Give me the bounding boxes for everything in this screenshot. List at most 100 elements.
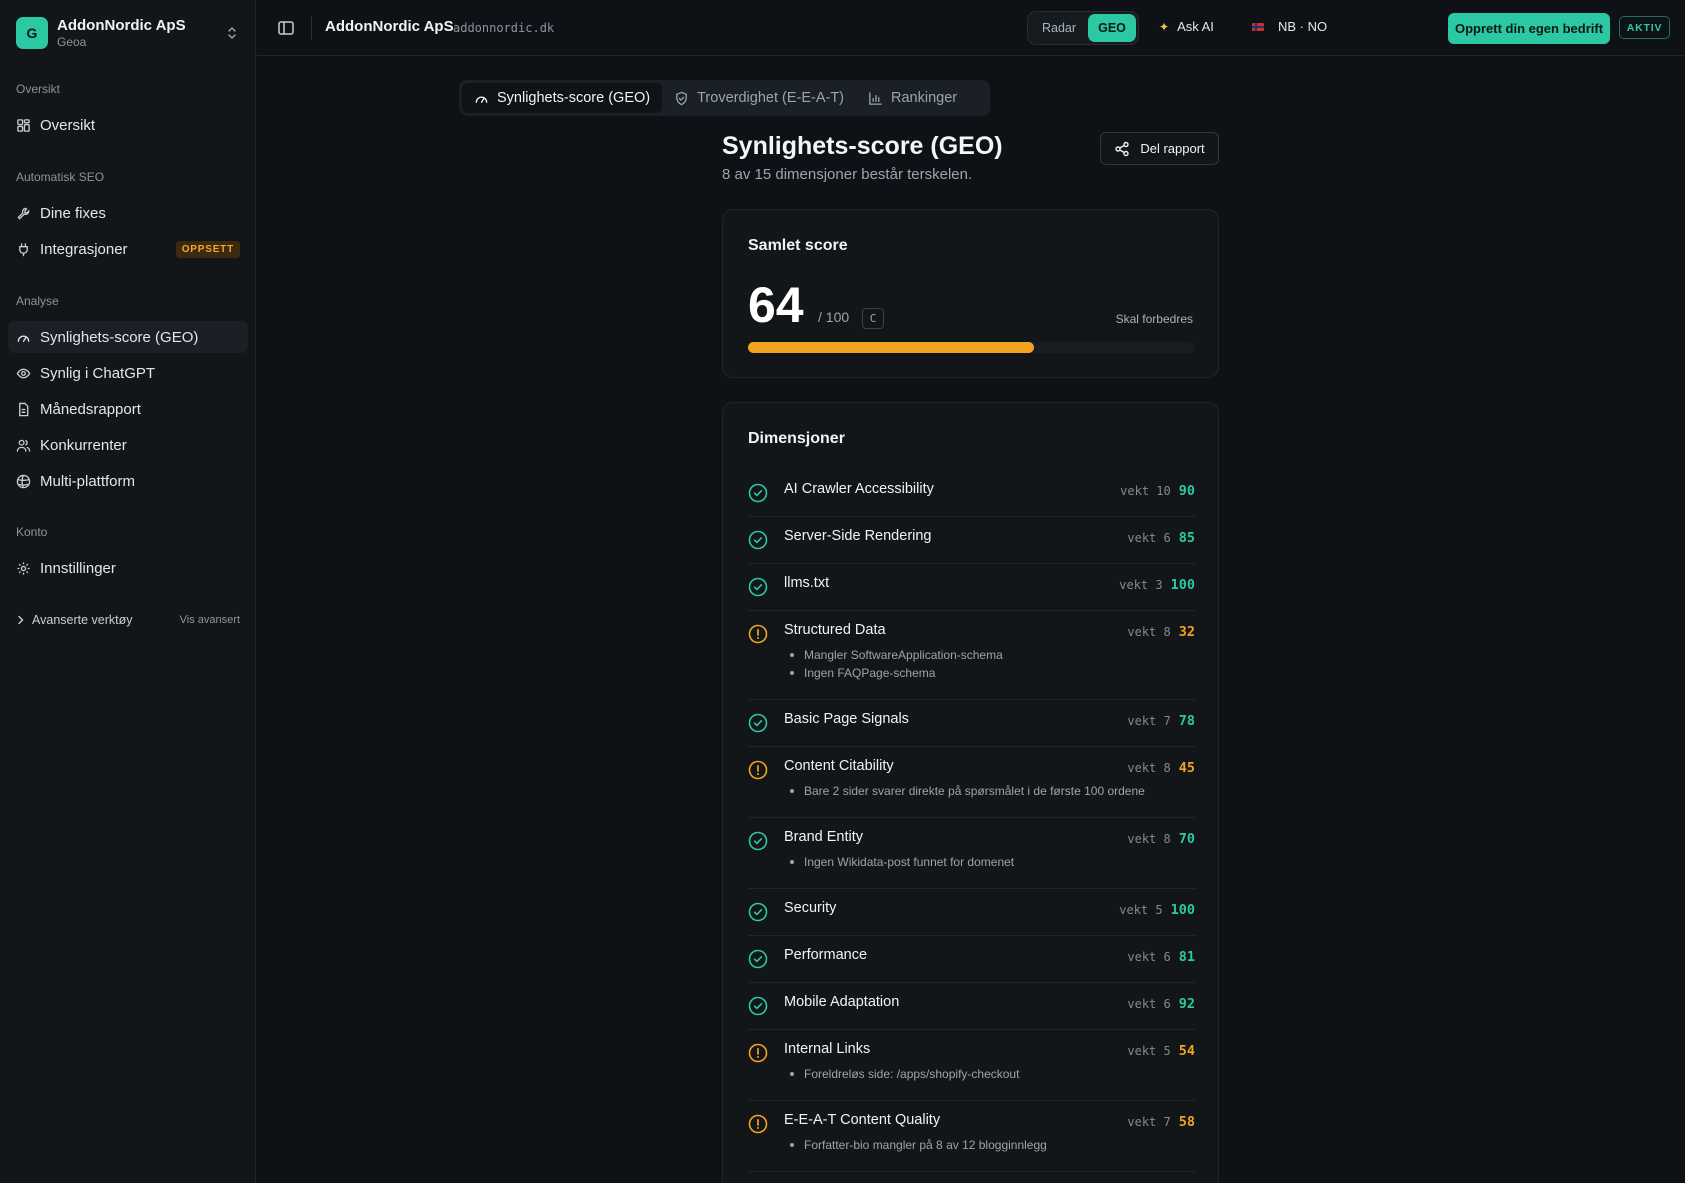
dimension-score: 92 [1178, 996, 1195, 1012]
sidebar-item-synlig-i-chatgpt[interactable]: Synlig i ChatGPT [8, 357, 248, 389]
dimension-notes: Ingen Wikidata-post funnet for domenet [789, 853, 1014, 871]
dimension-meta: vekt 8 70 [1127, 831, 1195, 847]
nav-heading: Konto [16, 525, 48, 539]
nav-heading: Analyse [16, 294, 59, 308]
norway-flag-icon [1252, 22, 1264, 31]
divider [311, 16, 312, 40]
sidebar-item-innstillinger[interactable]: Innstillinger [8, 552, 248, 584]
sidebar-item-label: Innstillinger [40, 559, 116, 577]
dimension-weight: vekt 5 [1127, 1044, 1171, 1058]
sidebar-item-multi-plattform[interactable]: Multi-plattform [8, 465, 248, 497]
sidebar-item-integrasjoner[interactable]: Integrasjoner OPPSETT [8, 233, 248, 265]
ask-ai-button[interactable]: ✦ Ask AI [1159, 19, 1214, 34]
tab-label: Rankinger [891, 90, 958, 106]
org-name: AddonNordic ApS [57, 16, 186, 34]
dimension-score: 70 [1178, 831, 1195, 847]
tab-troverdighet[interactable]: Troverdighet (E-E-A-T) [662, 83, 856, 113]
dimension-note: Bare 2 sider svarer direkte på spørsmåle… [790, 784, 1145, 798]
show-advanced-link[interactable]: Vis avansert [180, 614, 240, 626]
sidebar-item-label: Integrasjoner [40, 240, 128, 258]
dimension-name: Basic Page Signals [784, 711, 909, 727]
tab-synlighets-score[interactable]: Synlighets-score (GEO) [462, 83, 663, 113]
check-circle-icon [748, 902, 768, 922]
check-circle-icon [748, 577, 768, 597]
dimension-weight: vekt 8 [1127, 761, 1171, 775]
sidebar-item-label: Månedsrapport [40, 400, 141, 418]
sidebar-item-konkurrenter[interactable]: Konkurrenter [8, 429, 248, 461]
dimension-weight: vekt 6 [1127, 531, 1171, 545]
check-circle-icon [748, 831, 768, 851]
alert-circle-icon [748, 1043, 768, 1063]
site-name: AddonNordic ApS [325, 18, 454, 35]
dimension-meta: vekt 8 45 [1127, 760, 1195, 776]
org-logo: G [16, 17, 48, 49]
score-card-title: Samlet score [748, 237, 848, 254]
check-circle-icon [748, 530, 768, 550]
org-switcher[interactable]: G AddonNordic ApS Geoa [16, 16, 240, 50]
sidebar-item-label: Konkurrenter [40, 436, 127, 454]
create-business-button[interactable]: Opprett din egen bedrift [1448, 13, 1610, 44]
dimension-row: Brand Entity vekt 8 70 Ingen Wikidata-post … [748, 818, 1195, 889]
dimension-score: 78 [1178, 713, 1195, 729]
dimension-notes: Mangler SoftwareApplication-schema Ingen … [790, 646, 1003, 682]
sidebar-toggle-icon[interactable] [277, 19, 295, 37]
grid-icon [16, 117, 32, 133]
dimension-name: E-E-A-T Content Quality [784, 1112, 941, 1128]
dimension-score: 90 [1178, 483, 1195, 499]
dimension-weight: vekt 8 [1127, 832, 1171, 846]
dimension-score: 100 [1170, 902, 1195, 918]
dimension-notes: Bare 2 sider svarer direkte på spørsmåle… [790, 782, 1145, 800]
dimension-weight: vekt 3 [1119, 578, 1163, 592]
dimension-row: Platform Optimizationvekt 740 [748, 1172, 1195, 1183]
sidebar-item-label: Synlighets-score (GEO) [40, 328, 199, 346]
dimension-row: AI Crawler Accessibility vekt 10 90 [748, 470, 1195, 517]
ask-ai-label: Ask AI [1177, 19, 1214, 34]
nav-heading: Automatisk SEO [16, 170, 105, 184]
shield-icon [674, 91, 689, 106]
dimension-notes: Forfatter-bio mangler på 8 av 12 bloggin… [790, 1136, 1047, 1154]
gear-icon [16, 560, 32, 576]
chevron-up-down-icon[interactable] [224, 23, 240, 43]
dimension-name: Structured Data [784, 622, 886, 638]
mode-toggle: Radar GEO [1027, 11, 1139, 45]
nav-heading: Oversikt [16, 82, 61, 96]
dimension-score: 100 [1170, 577, 1195, 593]
dimension-note: Mangler SoftwareApplication-schema [790, 648, 1003, 662]
dimension-row: Performance vekt 6 81 [748, 936, 1195, 983]
dimension-row: Structured Data vekt 8 32 Mangler SoftwareA… [748, 611, 1195, 700]
dimension-row: Basic Page Signals vekt 7 78 [748, 700, 1195, 747]
document-icon [16, 401, 32, 417]
gauge-icon [16, 329, 32, 345]
share-report-button[interactable]: Del rapport [1100, 132, 1219, 165]
sidebar-item-synlighets-score[interactable]: Synlighets-score (GEO) [8, 321, 248, 353]
dimension-name: llms.txt [784, 575, 830, 591]
chevron-right-icon [16, 612, 26, 628]
wrench-icon [16, 205, 32, 221]
score-status: Skal forbedres [1115, 312, 1193, 326]
check-circle-icon [748, 483, 768, 503]
dimension-notes: Foreldreløs side: /apps/shopify-checkout [789, 1065, 1020, 1083]
mode-geo-button[interactable]: GEO [1088, 14, 1136, 42]
tab-rankinger[interactable]: Rankinger [856, 83, 969, 113]
dimension-score: 85 [1178, 530, 1195, 546]
sidebar-item-oversikt[interactable]: Oversikt [8, 109, 248, 141]
dimension-row: Internal Links vekt 5 54 Foreldreløs side: … [748, 1030, 1195, 1101]
org-text: AddonNordic ApS Geoa [57, 17, 224, 50]
advanced-tools-label: Avanserte verktøy [32, 613, 133, 627]
mode-radar-button[interactable]: Radar [1030, 14, 1088, 42]
advanced-tools-toggle[interactable]: Avanserte verktøy Vis avansert [16, 610, 240, 630]
dimension-meta: vekt 10 90 [1120, 483, 1195, 499]
dimension-score: 54 [1178, 1043, 1195, 1059]
dimension-row: Content Citability vekt 8 45 Bare 2 sider s… [748, 747, 1195, 818]
sidebar-item-manedsrapport[interactable]: Månedsrapport [8, 393, 248, 425]
dimension-name: Internal Links [784, 1041, 871, 1057]
dimension-row: Security vekt 5 100 [748, 889, 1195, 936]
users-icon [16, 437, 32, 453]
sidebar-item-dine-fixes[interactable]: Dine fixes [8, 197, 248, 229]
dimension-meta: vekt 5 100 [1119, 902, 1195, 918]
tab-label: Synlighets-score (GEO) [497, 90, 651, 106]
language-selector[interactable]: NB · NO [1252, 19, 1327, 34]
dimension-note: Foreldreløs side: /apps/shopify-checkout [789, 1067, 1020, 1081]
dimension-meta: vekt 6 81 [1127, 949, 1195, 965]
dimension-meta: vekt 7 58 [1127, 1114, 1195, 1130]
